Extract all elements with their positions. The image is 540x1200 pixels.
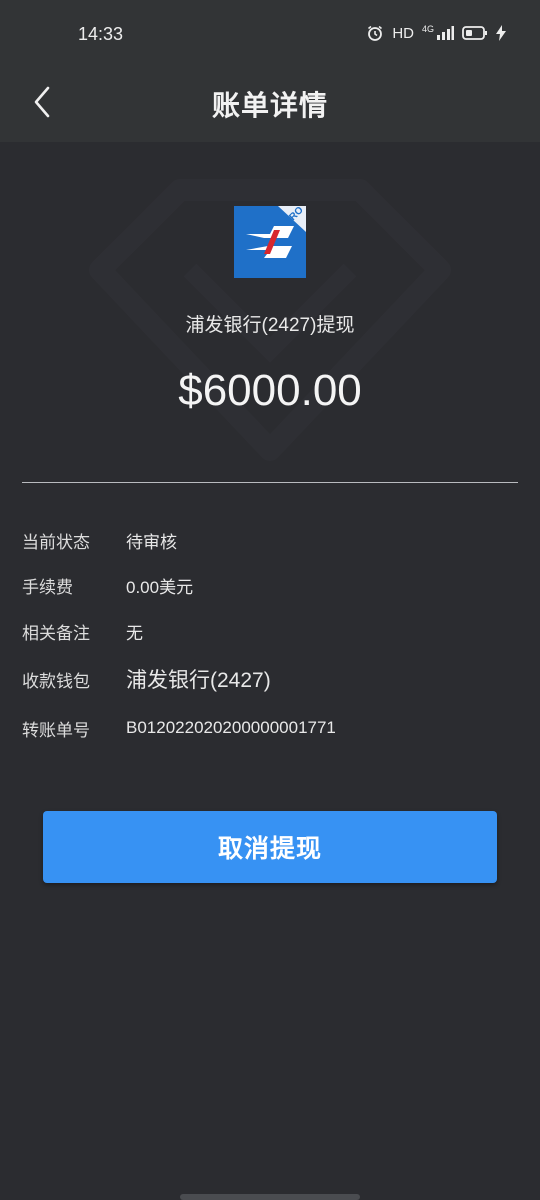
- cancel-withdrawal-button[interactable]: 取消提现: [43, 811, 497, 883]
- detail-value: 无: [126, 623, 143, 643]
- detail-row-status: 当前状态 待审核: [22, 525, 177, 555]
- charging-icon: [496, 25, 506, 41]
- header: 账单详情: [0, 64, 540, 142]
- home-indicator: [180, 1194, 360, 1200]
- signal-icon: 4G: [422, 25, 454, 41]
- transaction-amount: $6000.00: [178, 366, 362, 415]
- detail-row-wallet: 收款钱包 浦发银行(2427): [22, 664, 271, 694]
- detail-value: 0.00美元: [126, 577, 194, 597]
- status-bar: 14:33 HD 4G: [0, 0, 540, 64]
- transaction-description: 浦发银行(2427)提现: [185, 315, 355, 336]
- battery-icon: [462, 25, 488, 41]
- detail-row-fee: 手续费 0.00美元: [22, 570, 193, 600]
- detail-value: B012022020200000001771: [126, 718, 336, 737]
- detail-label: 手续费: [22, 577, 73, 597]
- detail-label: 当前状态: [22, 532, 90, 552]
- hd-label: HD: [392, 24, 414, 42]
- page-title: 账单详情: [211, 90, 328, 121]
- divider: [22, 482, 518, 483]
- detail-row-remark: 相关备注 无: [22, 616, 143, 646]
- spdb-pro-icon: PRO: [234, 205, 306, 278]
- network-label: 4G: [421, 24, 434, 34]
- detail-row-order-number: 转账单号 B012022020200000001771: [22, 713, 336, 743]
- detail-label: 相关备注: [22, 623, 90, 643]
- detail-value: 待审核: [126, 532, 177, 552]
- status-time: 14:33: [78, 24, 124, 44]
- detail-value: 浦发银行(2427): [126, 669, 271, 692]
- detail-label: 收款钱包: [22, 671, 90, 691]
- detail-label: 转账单号: [22, 720, 90, 740]
- alarm-icon: [366, 24, 384, 42]
- status-icons: HD 4G: [366, 24, 506, 42]
